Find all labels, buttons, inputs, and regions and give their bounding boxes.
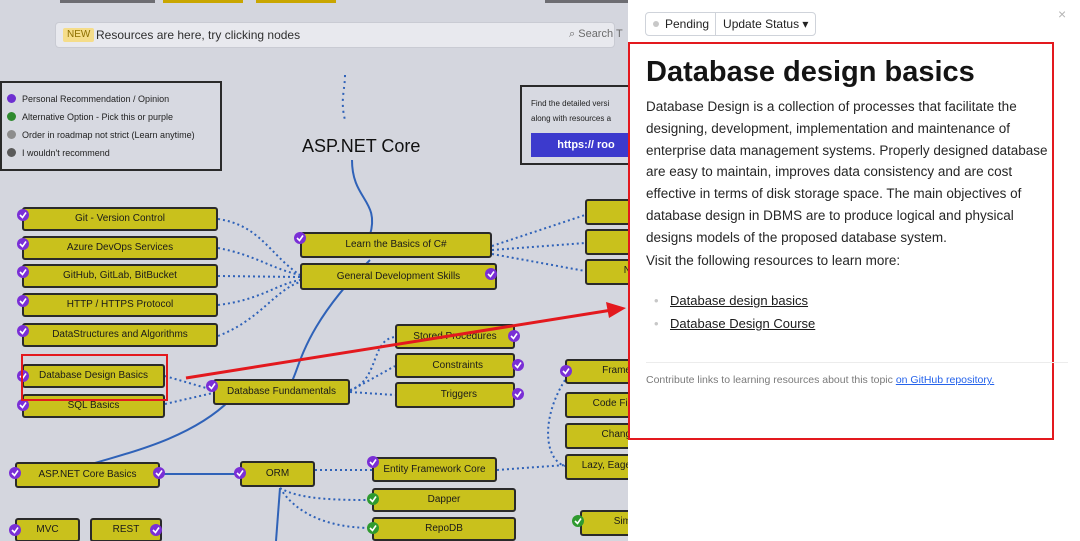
github-repo-link[interactable]: on GitHub repository. — [896, 374, 994, 386]
topic-title: Database design basics — [646, 56, 975, 88]
close-icon[interactable]: × — [1058, 6, 1066, 22]
contribute-text: Contribute links to learning resources a… — [646, 374, 896, 386]
update-status-button[interactable]: Update Status ▾ — [716, 13, 815, 35]
status-control[interactable]: Pending Update Status ▾ — [645, 12, 817, 36]
resources-intro: Visit the following resources to learn m… — [646, 253, 901, 268]
list-item: • Database design basics — [654, 289, 815, 312]
topic-description: Database Design is a collection of proce… — [646, 99, 1048, 245]
status-label: Pending — [665, 17, 710, 31]
resource-links: • Database design basics • Database Design… — [654, 289, 815, 335]
topic-detail-panel: Pending Update Status ▾ × Database desig… — [628, 0, 1080, 541]
pending-status: Pending — [646, 13, 717, 35]
bullet-icon: • — [654, 293, 659, 308]
bullet-icon: • — [654, 316, 659, 331]
list-item: • Database Design Course — [654, 312, 815, 335]
resource-link[interactable]: Database Design Course — [670, 316, 815, 331]
resource-link[interactable]: Database design basics — [670, 293, 808, 308]
divider — [646, 362, 1068, 363]
status-dot-icon — [653, 21, 659, 27]
contribute-note: Contribute links to learning resources a… — [646, 374, 994, 386]
